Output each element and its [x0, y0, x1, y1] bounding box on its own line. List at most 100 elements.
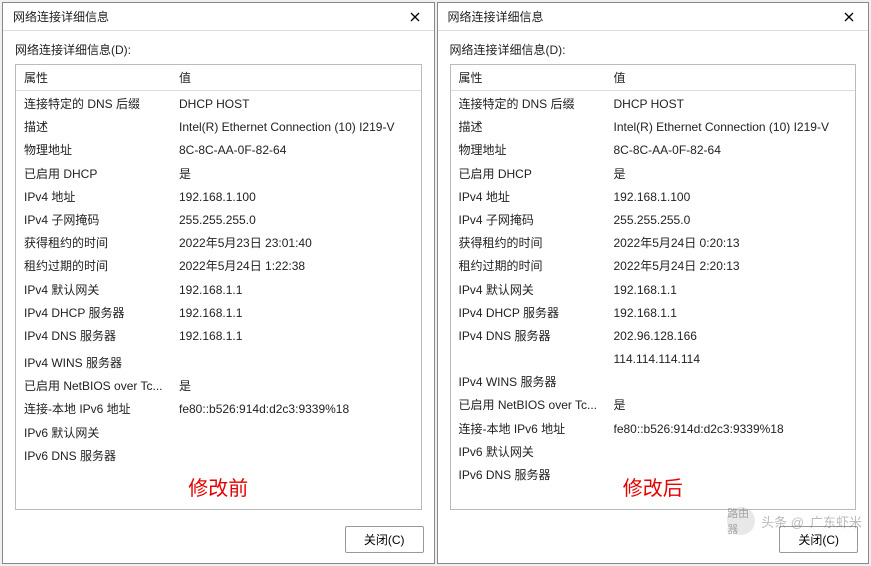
table-row[interactable]: 连接特定的 DNS 后缀DHCP HOST — [451, 93, 856, 116]
table-row[interactable]: IPv6 DNS 服务器 — [16, 445, 421, 468]
cell-value — [179, 424, 413, 443]
cell-value: 192.168.1.100 — [179, 188, 413, 207]
col-value[interactable]: 值 — [179, 69, 413, 86]
table-row[interactable]: IPv4 DNS 服务器202.96.128.166 — [451, 325, 856, 348]
table-row[interactable]: IPv4 子网掩码255.255.255.0 — [16, 209, 421, 232]
cell-value: 2022年5月24日 1:22:38 — [179, 257, 413, 276]
titlebar: 网络连接详细信息 — [438, 3, 869, 31]
cell-property: 连接-本地 IPv6 地址 — [459, 420, 614, 439]
cell-property: 已启用 DHCP — [459, 165, 614, 184]
cell-property: 描述 — [24, 118, 179, 137]
cell-property: IPv4 DNS 服务器 — [459, 327, 614, 346]
table-row[interactable]: IPv4 WINS 服务器 — [451, 371, 856, 394]
network-details-dialog-after: 网络连接详细信息 网络连接详细信息(D): 属性 值 连接特定的 DNS 后缀D… — [437, 2, 870, 564]
cell-property: IPv4 WINS 服务器 — [459, 373, 614, 392]
cell-property: 已启用 DHCP — [24, 165, 179, 184]
table-row[interactable]: 已启用 NetBIOS over Tc...是 — [16, 375, 421, 398]
cell-value: 255.255.255.0 — [179, 211, 413, 230]
cell-property: IPv4 子网掩码 — [459, 211, 614, 230]
table-row[interactable]: IPv4 WINS 服务器 — [16, 352, 421, 375]
cell-property: IPv6 DNS 服务器 — [24, 447, 179, 466]
cell-property: IPv4 DHCP 服务器 — [24, 304, 179, 323]
annotation-before: 修改前 — [16, 472, 421, 501]
subtitle: 网络连接详细信息(D): — [15, 41, 422, 58]
table-row[interactable]: 物理地址8C-8C-AA-0F-82-64 — [16, 139, 421, 162]
cell-value: fe80::b526:914d:d2c3:9339%18 — [614, 420, 848, 439]
table-row[interactable]: IPv4 地址192.168.1.100 — [16, 186, 421, 209]
cell-property: 物理地址 — [24, 141, 179, 160]
cell-value: 192.168.1.1 — [614, 281, 848, 300]
cell-property: 描述 — [459, 118, 614, 137]
cell-value — [614, 466, 848, 485]
cell-property: IPv4 默认网关 — [459, 281, 614, 300]
table-row[interactable]: 描述Intel(R) Ethernet Connection (10) I219… — [16, 116, 421, 139]
cell-value: 是 — [179, 165, 413, 184]
details-table: 属性 值 连接特定的 DNS 后缀DHCP HOST描述Intel(R) Eth… — [15, 64, 422, 510]
cell-value — [179, 354, 413, 373]
table-row[interactable]: 获得租约的时间2022年5月24日 0:20:13 — [451, 232, 856, 255]
close-icon[interactable] — [402, 7, 428, 27]
cell-value: 是 — [614, 396, 848, 415]
cell-property: IPv4 子网掩码 — [24, 211, 179, 230]
table-row[interactable]: 获得租约的时间2022年5月23日 23:01:40 — [16, 232, 421, 255]
cell-value: 8C-8C-AA-0F-82-64 — [614, 141, 848, 160]
table-row[interactable]: 连接-本地 IPv6 地址fe80::b526:914d:d2c3:9339%1… — [16, 398, 421, 421]
table-row[interactable]: 租约过期的时间2022年5月24日 2:20:13 — [451, 255, 856, 278]
table-row[interactable]: IPv4 DNS 服务器192.168.1.1 — [16, 325, 421, 348]
col-value[interactable]: 值 — [614, 69, 848, 86]
table-row[interactable]: IPv6 默认网关 — [451, 441, 856, 464]
table-row[interactable]: IPv4 DHCP 服务器192.168.1.1 — [451, 302, 856, 325]
table-row[interactable]: 租约过期的时间2022年5月24日 1:22:38 — [16, 255, 421, 278]
cell-property: IPv4 DHCP 服务器 — [459, 304, 614, 323]
cell-property — [459, 350, 614, 369]
cell-value: 192.168.1.1 — [179, 281, 413, 300]
cell-value: 192.168.1.100 — [614, 188, 848, 207]
cell-value: fe80::b526:914d:d2c3:9339%18 — [179, 400, 413, 419]
table-row[interactable]: IPv6 DNS 服务器 — [451, 464, 856, 487]
table-row[interactable]: 连接特定的 DNS 后缀DHCP HOST — [16, 93, 421, 116]
cell-property: 租约过期的时间 — [24, 257, 179, 276]
table-row[interactable]: 已启用 NetBIOS over Tc...是 — [451, 394, 856, 417]
cell-value: DHCP HOST — [179, 95, 413, 114]
cell-property: 已启用 NetBIOS over Tc... — [459, 396, 614, 415]
cell-property: 物理地址 — [459, 141, 614, 160]
cell-value: 192.168.1.1 — [179, 327, 413, 346]
table-row[interactable]: 已启用 DHCP是 — [16, 163, 421, 186]
cell-property: IPv4 默认网关 — [24, 281, 179, 300]
cell-value: 2022年5月23日 23:01:40 — [179, 234, 413, 253]
close-button[interactable]: 关闭(C) — [779, 526, 858, 553]
cell-value: 2022年5月24日 2:20:13 — [614, 257, 848, 276]
table-row[interactable]: IPv4 默认网关192.168.1.1 — [16, 279, 421, 302]
network-details-dialog-before: 网络连接详细信息 网络连接详细信息(D): 属性 值 连接特定的 DNS 后缀D… — [2, 2, 435, 564]
table-row[interactable]: 描述Intel(R) Ethernet Connection (10) I219… — [451, 116, 856, 139]
table-row[interactable]: IPv6 默认网关 — [16, 422, 421, 445]
cell-value: Intel(R) Ethernet Connection (10) I219-V — [179, 118, 413, 137]
cell-property: 获得租约的时间 — [459, 234, 614, 253]
table-row[interactable]: IPv4 DHCP 服务器192.168.1.1 — [16, 302, 421, 325]
col-property[interactable]: 属性 — [24, 69, 179, 86]
table-row[interactable]: 114.114.114.114 — [451, 348, 856, 371]
cell-value: 8C-8C-AA-0F-82-64 — [179, 141, 413, 160]
cell-value: 192.168.1.1 — [179, 304, 413, 323]
table-row[interactable]: 连接-本地 IPv6 地址fe80::b526:914d:d2c3:9339%1… — [451, 418, 856, 441]
cell-value — [179, 447, 413, 466]
cell-value — [614, 443, 848, 462]
table-header: 属性 值 — [451, 65, 856, 91]
table-row[interactable]: IPv4 地址192.168.1.100 — [451, 186, 856, 209]
cell-property: 连接-本地 IPv6 地址 — [24, 400, 179, 419]
cell-value: 是 — [614, 165, 848, 184]
cell-property: IPv4 地址 — [24, 188, 179, 207]
close-icon[interactable] — [836, 7, 862, 27]
dialog-title: 网络连接详细信息 — [448, 8, 544, 25]
subtitle: 网络连接详细信息(D): — [450, 41, 857, 58]
cell-value — [614, 373, 848, 392]
table-row[interactable]: 物理地址8C-8C-AA-0F-82-64 — [451, 139, 856, 162]
close-button[interactable]: 关闭(C) — [345, 526, 424, 553]
col-property[interactable]: 属性 — [459, 69, 614, 86]
cell-property: IPv6 DNS 服务器 — [459, 466, 614, 485]
table-row[interactable]: IPv4 子网掩码255.255.255.0 — [451, 209, 856, 232]
cell-value: 202.96.128.166 — [614, 327, 848, 346]
table-row[interactable]: 已启用 DHCP是 — [451, 163, 856, 186]
dialog-title: 网络连接详细信息 — [13, 8, 109, 25]
table-row[interactable]: IPv4 默认网关192.168.1.1 — [451, 279, 856, 302]
